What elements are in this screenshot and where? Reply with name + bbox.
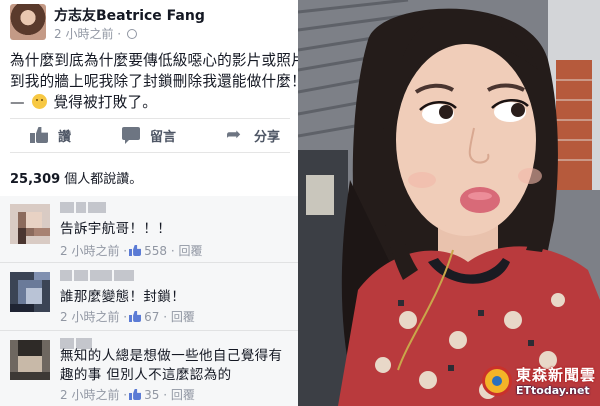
commenter-avatar-blurred[interactable] <box>10 204 50 244</box>
watermark-url: ETtoday.net <box>516 384 590 397</box>
globe-icon <box>126 29 137 39</box>
comment-time[interactable]: 2 小時之前 · <box>60 242 127 259</box>
comment-label: 留言 <box>150 129 177 145</box>
reply-link[interactable]: 回覆 <box>171 386 195 403</box>
comment-separator <box>0 330 298 331</box>
like-label: 讚 <box>58 129 72 145</box>
comment-text: 無知的人總是想做一些他自己覺得有趣的事 但別人不這麼認為的 <box>60 348 283 383</box>
divider <box>10 118 290 119</box>
sad-face-icon <box>31 94 47 109</box>
like-summary-text: 個人都說讚。 <box>60 172 143 187</box>
comment-meta: 2 小時之前 · 558 · 回覆 <box>60 242 202 259</box>
like-summary[interactable]: 25,309 個人都說讚。 <box>10 168 142 187</box>
share-button[interactable]: ➦ 分享 <box>226 124 280 146</box>
post-text-line: 到我的牆上呢我除了封鎖刪除我還能做什麼！ <box>10 73 298 90</box>
comments-section: 告訴宇航哥！！！ 2 小時之前 · 558 · 回覆 誰那麼變態！封鎖！ 2 小… <box>0 196 298 406</box>
meta-dot: · <box>167 243 179 258</box>
author-avatar[interactable] <box>10 4 46 40</box>
comment-like-count[interactable]: 67 <box>144 310 159 324</box>
selfie-photo: 東森新聞雲 ETtoday.net <box>298 0 600 406</box>
like-icon <box>30 127 48 143</box>
reply-link[interactable]: 回覆 <box>171 308 195 325</box>
mini-like-icon <box>129 389 141 400</box>
comment-meta: 2 小時之前 · 67 · 回覆 <box>60 308 195 325</box>
ettoday-logo-icon <box>482 366 512 396</box>
post-actions-bar: 讚 留言 ➦ 分享 <box>10 124 290 146</box>
comment-text: 告訴宇航哥！！！ <box>60 221 172 237</box>
watermark-title: 東森新聞雲 <box>516 366 597 384</box>
commenter-name-blurred[interactable] <box>60 202 160 214</box>
feeling-dash: — <box>10 94 25 111</box>
commenter-avatar-blurred[interactable] <box>10 272 50 312</box>
comment-item: 無知的人總是想做一些他自己覺得有趣的事 但別人不這麼認為的 2 小時之前 · 3… <box>10 338 292 406</box>
comment-text: 誰那麼變態！封鎖！ <box>60 289 186 305</box>
share-label: 分享 <box>254 129 281 145</box>
post-text-line: 為什麼到底為什麼要傳低級噁心的影片或照片 <box>10 52 298 69</box>
post-timestamp[interactable]: 2 小時之前 · <box>54 25 137 42</box>
commenter-avatar-blurred[interactable] <box>10 340 50 380</box>
comment-button[interactable]: 留言 <box>122 124 176 146</box>
like-button[interactable]: 讚 <box>30 124 71 146</box>
news-watermark: 東森新聞雲 ETtoday.net <box>482 364 597 400</box>
comment-like-count[interactable]: 558 <box>144 244 167 258</box>
facebook-post-panel: 方志友Beatrice Fang 2 小時之前 · 為什麼到底為什麼要傳低級噁心… <box>0 0 298 406</box>
selfie-illustration <box>298 0 600 406</box>
mini-like-icon <box>129 311 141 322</box>
post-body: 為什麼到底為什麼要傳低級噁心的影片或照片 到我的牆上呢我除了封鎖刪除我還能做什麼… <box>10 50 298 113</box>
commenter-name-blurred[interactable] <box>60 270 160 282</box>
comment-item: 誰那麼變態！封鎖！ 2 小時之前 · 67 · 回覆 <box>10 270 292 330</box>
share-icon: ➦ <box>226 124 242 145</box>
post-timestamp-text: 2 小時之前 · <box>54 27 122 41</box>
divider <box>10 152 290 153</box>
mini-like-icon <box>129 245 141 256</box>
feeling-text: 覺得被打敗了。 <box>53 94 158 111</box>
like-count: 25,309 <box>10 172 61 187</box>
comment-time[interactable]: 2 小時之前 · <box>60 386 127 403</box>
reply-link[interactable]: 回覆 <box>178 242 202 259</box>
comment-icon <box>122 127 140 144</box>
post-feeling: — 覺得被打敗了。 <box>10 92 294 113</box>
comment-separator <box>0 262 298 263</box>
post-header: 方志友Beatrice Fang 2 小時之前 · <box>10 4 290 42</box>
comment-like-count[interactable]: 35 <box>144 388 159 402</box>
meta-dot: · <box>159 387 171 402</box>
comment-item: 告訴宇航哥！！！ 2 小時之前 · 558 · 回覆 <box>10 202 292 262</box>
meta-dot: · <box>159 309 171 324</box>
author-name[interactable]: 方志友Beatrice Fang <box>54 5 205 25</box>
comment-meta: 2 小時之前 · 35 · 回覆 <box>60 386 195 403</box>
comment-time[interactable]: 2 小時之前 · <box>60 308 127 325</box>
